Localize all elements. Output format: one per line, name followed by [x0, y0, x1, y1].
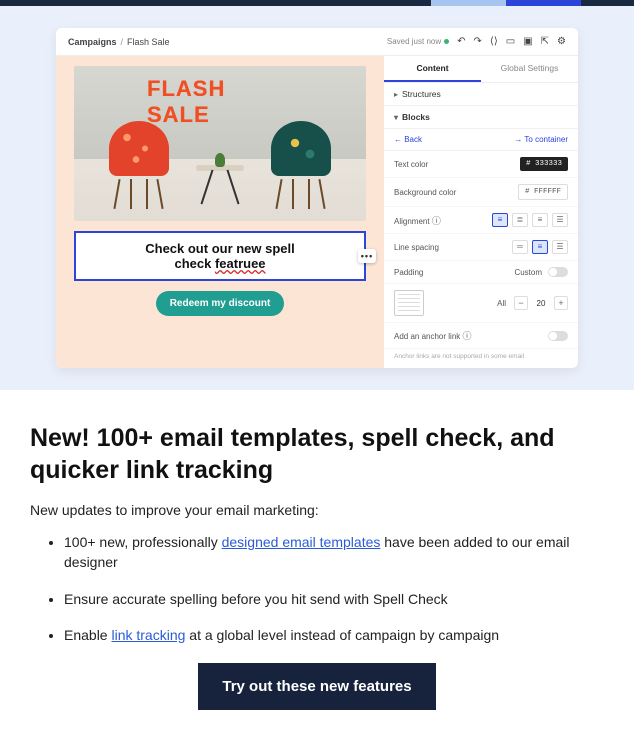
padding-preview-icon [394, 290, 424, 316]
anchor-label: Add an anchor link ⓘ [394, 329, 472, 342]
chair-illustration [266, 121, 336, 201]
misspelled-word[interactable]: featruee [215, 256, 266, 271]
back-button[interactable]: ← Back [394, 135, 422, 144]
align-right-icon[interactable]: ≡ [532, 213, 548, 227]
spacing-m-icon[interactable]: ≡ [532, 240, 548, 254]
selected-text-block[interactable]: Check out our new spell check featruee •… [74, 231, 366, 281]
align-left-icon[interactable]: ≡ [492, 213, 508, 227]
try-features-button[interactable]: Try out these new features [198, 663, 435, 710]
align-center-icon[interactable]: ≣ [512, 213, 528, 227]
desktop-icon[interactable]: ▭ [506, 36, 515, 47]
alignment-group: ≡ ≣ ≡ ☰ [492, 213, 568, 227]
stepper-value[interactable]: 20 [532, 299, 550, 308]
chevron-right-icon: ▸ [394, 90, 398, 99]
bg-color-label: Background color [394, 188, 456, 197]
save-status: Saved just now [387, 37, 449, 46]
tab-global-settings[interactable]: Global Settings [481, 56, 578, 82]
list-item: 100+ new, professionally designed email … [64, 532, 604, 573]
align-justify-icon[interactable]: ☰ [552, 213, 568, 227]
info-icon[interactable]: ⓘ [432, 216, 441, 226]
status-dot-icon [444, 39, 449, 44]
tab-content[interactable]: Content [384, 56, 481, 82]
breadcrumb-root[interactable]: Campaigns [68, 37, 117, 47]
text-color-label: Text color [394, 160, 428, 169]
alignment-label: Alignment ⓘ [394, 214, 441, 227]
accordion-structures[interactable]: ▸ Structures [384, 83, 578, 106]
text-color-value[interactable]: # 333333 [520, 157, 568, 171]
to-container-button[interactable]: → To container [514, 135, 568, 144]
editor-toolbar: Campaigns / Flash Sale Saved just now ↶ … [56, 28, 578, 56]
spacing-s-icon[interactable]: ═ [512, 240, 528, 254]
padding-stepper: − 20 + [514, 296, 568, 310]
stepper-plus-button[interactable]: + [554, 296, 568, 310]
editor-preview: Campaigns / Flash Sale Saved just now ↶ … [56, 28, 578, 368]
stepper-minus-button[interactable]: − [514, 296, 528, 310]
intro-text: New updates to improve your email market… [30, 502, 604, 518]
info-icon[interactable]: ⓘ [463, 331, 472, 341]
email-canvas: FLASH SALE Check out our new spell [56, 56, 384, 368]
anchor-toggle[interactable] [548, 331, 568, 341]
chevron-down-icon: ▾ [394, 113, 398, 122]
plant-illustration [215, 153, 225, 167]
line-spacing-label: Line spacing [394, 243, 439, 252]
custom-padding-toggle[interactable] [548, 267, 568, 277]
breadcrumb-current: Flash Sale [127, 37, 170, 47]
code-icon[interactable]: ⟨⟩ [490, 36, 498, 47]
list-item: Enable link tracking at a global level i… [64, 625, 604, 645]
image-icon[interactable]: ▣ [523, 36, 532, 47]
article-body: New! 100+ email templates, spell check, … [0, 390, 634, 750]
page-title: New! 100+ email templates, spell check, … [30, 422, 604, 486]
line-spacing-group: ═ ≡ ☰ [512, 240, 568, 254]
padding-label: Padding [394, 268, 423, 277]
redeem-button[interactable]: Redeem my discount [156, 291, 285, 316]
bg-color-value[interactable]: # FFFFFF [518, 184, 568, 200]
export-icon[interactable]: ⇱ [541, 36, 549, 47]
settings-icon[interactable]: ⚙ [557, 36, 566, 47]
properties-panel: Content Global Settings ▸ Structures ▾ B… [384, 56, 578, 368]
link-tracking-link[interactable]: link tracking [111, 627, 185, 643]
templates-link[interactable]: designed email templates [222, 534, 381, 550]
list-item: Ensure accurate spelling before you hit … [64, 589, 604, 609]
top-accent-bar [0, 0, 634, 6]
spacing-l-icon[interactable]: ☰ [552, 240, 568, 254]
breadcrumb: Campaigns / Flash Sale [68, 37, 170, 47]
accordion-blocks[interactable]: ▾ Blocks [384, 106, 578, 129]
chair-illustration [104, 121, 174, 201]
hero-image: FLASH SALE [74, 66, 366, 221]
undo-icon[interactable]: ↶ [457, 36, 465, 47]
redo-icon[interactable]: ↷ [474, 36, 482, 47]
block-menu-icon[interactable]: ••• [358, 249, 376, 263]
anchor-note: Anchor links are not supported in some e… [384, 349, 578, 368]
